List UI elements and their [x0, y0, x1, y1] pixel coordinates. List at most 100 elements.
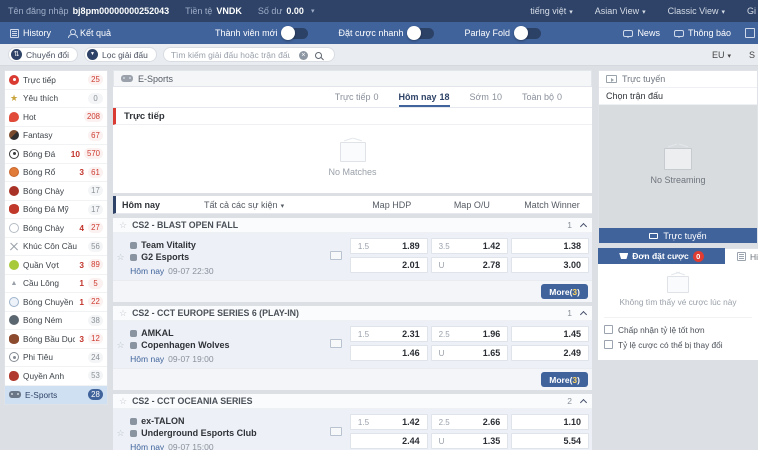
sidebar-item-bong-chay[interactable]: Bóng Chày17: [5, 182, 107, 201]
history-button[interactable]: History: [10, 28, 51, 38]
league-header[interactable]: CS2 - BLAST OPEN FALL1: [113, 218, 592, 233]
quick-bet-toggle[interactable]: [408, 28, 434, 39]
sport-count: 38: [88, 315, 103, 326]
sidebar-item-e-sports[interactable]: E-Sports28: [5, 386, 107, 405]
favorite-star-icon[interactable]: [119, 309, 127, 318]
odds-value: 2.44: [382, 436, 420, 446]
notifications-label: Thông báo: [688, 28, 731, 38]
odds-cell[interactable]: 2.44: [350, 433, 428, 449]
more-markets-icon[interactable]: [330, 251, 342, 260]
odds-cell[interactable]: 2.49: [511, 345, 589, 361]
results-button[interactable]: Kết quả: [67, 28, 111, 38]
sidebar-item-quan-vot[interactable]: Quần Vợt389: [5, 256, 107, 275]
event-filter-dropdown[interactable]: Tất cả các sự kiện: [204, 200, 284, 210]
sidebar-item-cau-long[interactable]: Cầu Lông15: [5, 275, 107, 294]
odds-cell[interactable]: 3.00: [511, 257, 589, 273]
classic-view-dropdown[interactable]: Classic View: [668, 6, 725, 16]
collapse-chevron-icon[interactable]: [580, 310, 587, 317]
tab-history[interactable]: History: [725, 248, 758, 264]
more-markets-icon[interactable]: [330, 339, 342, 348]
league-header[interactable]: CS2 - CCT OCEANIA SERIES2: [113, 394, 592, 409]
sidebar-item-bong-nem[interactable]: Bóng Ném38: [5, 312, 107, 331]
news-button[interactable]: News: [623, 28, 660, 38]
notifications-button[interactable]: Thông báo: [674, 28, 731, 38]
odds-cell[interactable]: 1.10: [511, 414, 589, 430]
league-header[interactable]: CS2 - CCT EUROPE SERIES 6 (PLAY-IN)1: [113, 306, 592, 321]
odds-cell[interactable]: 1.51.89: [350, 238, 428, 254]
language-dropdown[interactable]: tiếng việt: [530, 6, 573, 16]
sport-count: 5: [88, 278, 103, 289]
odds-cell[interactable]: 2.52.66: [431, 414, 509, 430]
tab-bet-slip[interactable]: Đơn đặt cược 0: [598, 248, 725, 264]
clipped-sort-item[interactable]: S: [749, 50, 755, 60]
favorite-star-icon[interactable]: [113, 238, 128, 276]
tab-early[interactable]: Sớm10: [470, 87, 502, 107]
sidebar-item-label: Quần Vợt: [23, 260, 75, 270]
odds-cell[interactable]: 1.51.42: [350, 414, 428, 430]
sidebar-item-khuc-con-cau[interactable]: Khúc Côn Cầu56: [5, 238, 107, 257]
favorite-star-icon[interactable]: [113, 326, 128, 364]
more-button[interactable]: More(3): [541, 372, 588, 387]
select-match-dropdown[interactable]: Chọn trận đấu: [599, 88, 757, 105]
balance-dropdown[interactable]: Số dư 0.00: [258, 6, 315, 16]
sidebar-item-phi-tieu[interactable]: Phi Tiêu24: [5, 349, 107, 368]
new-member-toggle[interactable]: [282, 28, 308, 39]
login-info: Tên đăng nhập bj8pm00000000252043: [8, 6, 169, 16]
odds-cell[interactable]: 1.52.31: [350, 326, 428, 342]
tab-all[interactable]: Toàn bộ0: [522, 87, 562, 107]
tab-label: Toàn bộ: [522, 92, 554, 102]
clipped-icon[interactable]: [745, 28, 755, 38]
more-markets-icon[interactable]: [330, 427, 342, 436]
convert-button[interactable]: Chuyển đổi: [8, 47, 78, 62]
odds-cell[interactable]: U1.65: [431, 345, 509, 361]
odds-cell[interactable]: 1.46: [350, 345, 428, 361]
match-count: 1: [567, 220, 572, 230]
sidebar-item-label: E-Sports: [25, 390, 84, 400]
odds-format-dropdown[interactable]: EU: [712, 50, 731, 60]
odds-may-change-option[interactable]: Tỷ lệ cược có thể bị thay đổi: [604, 337, 752, 352]
sidebar-item-yeu-thich[interactable]: Yêu thích0: [5, 90, 107, 109]
odds-cell[interactable]: 3.51.42: [431, 238, 509, 254]
accept-better-odds-option[interactable]: Chấp nhận tỷ lệ tốt hơn: [604, 322, 752, 337]
sidebar-item-bong-ro[interactable]: Bóng Rổ361: [5, 164, 107, 183]
sidebar-item-bong-da[interactable]: Bóng Đá10570: [5, 145, 107, 164]
today-title: Hôm nay: [122, 200, 160, 210]
odds-cell[interactable]: 2.01: [350, 257, 428, 273]
favorite-star-icon[interactable]: [119, 221, 127, 230]
odds-may-change-checkbox[interactable]: [604, 340, 613, 349]
tab-live[interactable]: Trực tiếp0: [335, 87, 379, 107]
collapse-chevron-icon[interactable]: [580, 222, 587, 229]
odds-cell[interactable]: 5.54: [511, 433, 589, 449]
favorite-star-icon[interactable]: [119, 397, 127, 406]
search-icon[interactable]: [315, 52, 322, 59]
odds-cell[interactable]: 1.45: [511, 326, 589, 342]
odds-line: 2.5: [439, 330, 463, 339]
odds-cell[interactable]: 1.38: [511, 238, 589, 254]
parlay-fold-label: Parlay Fold: [464, 28, 510, 38]
odds-cell[interactable]: 2.51.96: [431, 326, 509, 342]
live-stream-button[interactable]: Trực tuyến: [599, 228, 757, 243]
sidebar-item-bong-da-my[interactable]: Bóng Đá Mỹ17: [5, 201, 107, 220]
clear-search-icon[interactable]: [299, 51, 308, 60]
odds-cell[interactable]: U1.35: [431, 433, 509, 449]
favorite-star-icon[interactable]: [113, 414, 128, 450]
live-count: 10: [71, 149, 80, 159]
parlay-fold-toggle[interactable]: [515, 28, 541, 39]
sidebar-item-quyen-anh[interactable]: Quyền Anh53: [5, 367, 107, 386]
filter-league-button[interactable]: Lọc giải đấu: [84, 47, 157, 62]
asian-view-dropdown[interactable]: Asian View: [595, 6, 646, 16]
sidebar-item-fantasy[interactable]: Fantasy67: [5, 127, 107, 146]
sidebar-item-bong-chay-2[interactable]: Bóng Chày427: [5, 219, 107, 238]
sidebar-item-hot[interactable]: Hot208: [5, 108, 107, 127]
tab-today[interactable]: Hôm nay18: [399, 87, 450, 107]
search-input[interactable]: [171, 50, 290, 60]
sidebar-item-bong-bau-duc[interactable]: Bóng Bầu Dục312: [5, 330, 107, 349]
clipped-menu-item[interactable]: Gi: [747, 6, 756, 16]
odds-cell[interactable]: U2.78: [431, 257, 509, 273]
accept-better-odds-checkbox[interactable]: [604, 325, 613, 334]
sidebar-item-truc-tiep[interactable]: Trực tiếp25: [5, 71, 107, 90]
match-time: Hôm nay09-07 19:00: [128, 354, 350, 364]
collapse-chevron-icon[interactable]: [580, 398, 587, 405]
sidebar-item-bong-chuyen[interactable]: Bóng Chuyền122: [5, 293, 107, 312]
more-button[interactable]: More(3): [541, 284, 588, 299]
